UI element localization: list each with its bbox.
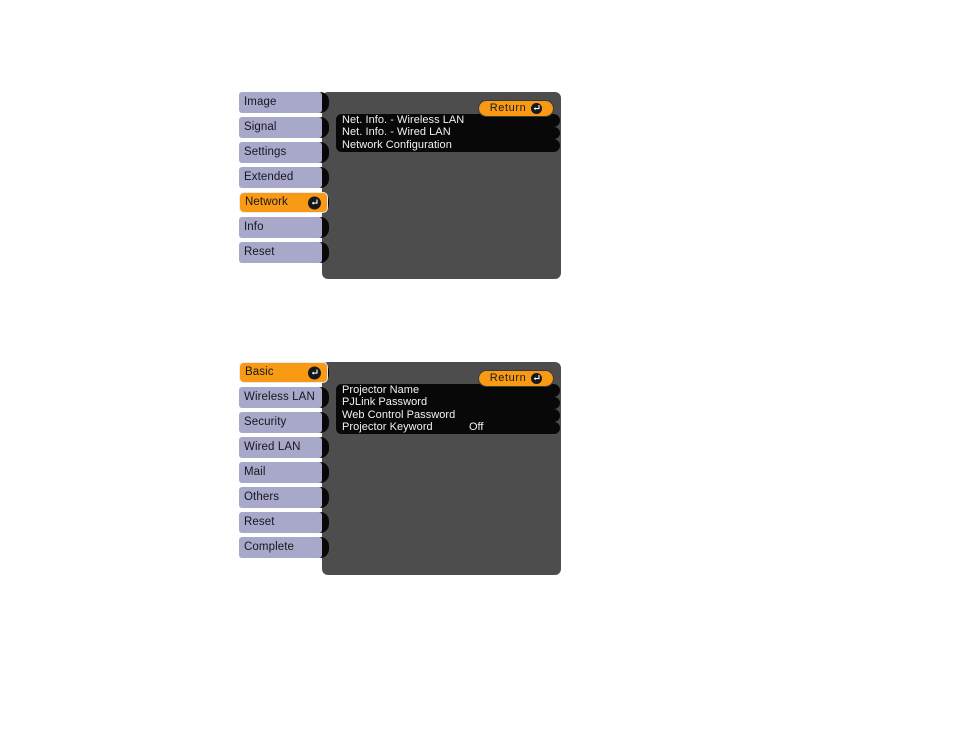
list-item-label: PJLink Password bbox=[342, 396, 428, 409]
tab-face: Wireless LAN bbox=[239, 387, 322, 408]
list-item-label: Projector Name bbox=[342, 383, 420, 396]
tab-face: Reset bbox=[239, 242, 322, 263]
list-item-label: Web Control Password bbox=[342, 408, 456, 421]
sidebar-item-label: Signal bbox=[244, 120, 277, 133]
sidebar-item-label: Reset bbox=[244, 245, 275, 258]
enter-icon bbox=[531, 103, 543, 114]
sidebar-item-image[interactable]: Image bbox=[231, 92, 331, 113]
list-item-value: Off bbox=[469, 421, 484, 434]
sidebar-item-label: Mail bbox=[244, 465, 266, 478]
network-menu-sidebar: Image Signal Settings Extended Network I… bbox=[231, 92, 331, 267]
enter-icon bbox=[531, 373, 543, 384]
return-button-label: Return bbox=[489, 102, 527, 114]
list-item[interactable]: Net. Info. - Wired LAN bbox=[336, 126, 560, 139]
sidebar-item-complete[interactable]: Complete bbox=[231, 537, 331, 558]
tab-face: Complete bbox=[239, 537, 322, 558]
tab-face: Extended bbox=[239, 167, 322, 188]
tab-face: Reset bbox=[239, 512, 322, 533]
list-item[interactable]: PJLink Password bbox=[336, 396, 560, 409]
sidebar-item-label: Network bbox=[245, 195, 288, 208]
sidebar-item-basic[interactable]: Basic bbox=[231, 362, 331, 383]
sidebar-item-label: Wired LAN bbox=[244, 440, 301, 453]
sidebar-item-label: Wireless LAN bbox=[244, 390, 315, 403]
sidebar-item-label: Extended bbox=[244, 170, 294, 183]
sidebar-item-signal[interactable]: Signal bbox=[231, 117, 331, 138]
tab-face: Info bbox=[239, 217, 322, 238]
sidebar-item-label: Basic bbox=[245, 365, 274, 378]
tab-face: Mail bbox=[239, 462, 322, 483]
sidebar-item-extended[interactable]: Extended bbox=[231, 167, 331, 188]
sidebar-item-wired-lan[interactable]: Wired LAN bbox=[231, 437, 331, 458]
sidebar-item-label: Settings bbox=[244, 145, 287, 158]
tab-face: Wired LAN bbox=[239, 437, 322, 458]
tab-face: Basic bbox=[239, 362, 328, 383]
sidebar-item-reset[interactable]: Reset bbox=[231, 512, 331, 533]
tab-face: Others bbox=[239, 487, 322, 508]
sidebar-item-label: Security bbox=[244, 415, 287, 428]
list-item-label: Net. Info. - Wired LAN bbox=[342, 126, 451, 139]
sidebar-item-network[interactable]: Network bbox=[231, 192, 331, 213]
sidebar-item-others[interactable]: Others bbox=[231, 487, 331, 508]
tab-face: Security bbox=[239, 412, 322, 433]
network-menu-items: Net. Info. - Wireless LAN Net. Info. - W… bbox=[336, 114, 560, 152]
return-button-label: Return bbox=[489, 372, 527, 384]
return-button[interactable]: Return bbox=[479, 101, 553, 116]
sidebar-item-settings[interactable]: Settings bbox=[231, 142, 331, 163]
return-button[interactable]: Return bbox=[479, 371, 553, 386]
tab-face: Signal bbox=[239, 117, 322, 138]
list-item[interactable]: Projector Keyword Off bbox=[336, 421, 560, 434]
sidebar-item-label: Reset bbox=[244, 515, 275, 528]
sidebar-item-security[interactable]: Security bbox=[231, 412, 331, 433]
list-item[interactable]: Network Configuration bbox=[336, 139, 560, 152]
sidebar-item-mail[interactable]: Mail bbox=[231, 462, 331, 483]
sidebar-item-label: Info bbox=[244, 220, 264, 233]
tab-face: Network bbox=[239, 192, 328, 213]
sidebar-item-label: Image bbox=[244, 95, 277, 108]
tab-face: Image bbox=[239, 92, 322, 113]
list-item-label: Network Configuration bbox=[342, 138, 452, 151]
list-item-label: Net. Info. - Wireless LAN bbox=[342, 113, 465, 126]
sidebar-item-reset[interactable]: Reset bbox=[231, 242, 331, 263]
sidebar-item-label: Complete bbox=[244, 540, 295, 553]
sidebar-item-info[interactable]: Info bbox=[231, 217, 331, 238]
network-configuration-sidebar: Basic Wireless LAN Security Wired LAN Ma… bbox=[231, 362, 331, 562]
tab-face: Settings bbox=[239, 142, 322, 163]
enter-icon bbox=[308, 196, 321, 209]
enter-icon bbox=[308, 366, 321, 379]
list-item[interactable]: Web Control Password bbox=[336, 409, 560, 422]
list-item-label: Projector Keyword bbox=[342, 421, 433, 434]
sidebar-item-label: Others bbox=[244, 490, 280, 503]
basic-menu-items: Projector Name PJLink Password Web Contr… bbox=[336, 384, 560, 434]
sidebar-item-wireless-lan[interactable]: Wireless LAN bbox=[231, 387, 331, 408]
